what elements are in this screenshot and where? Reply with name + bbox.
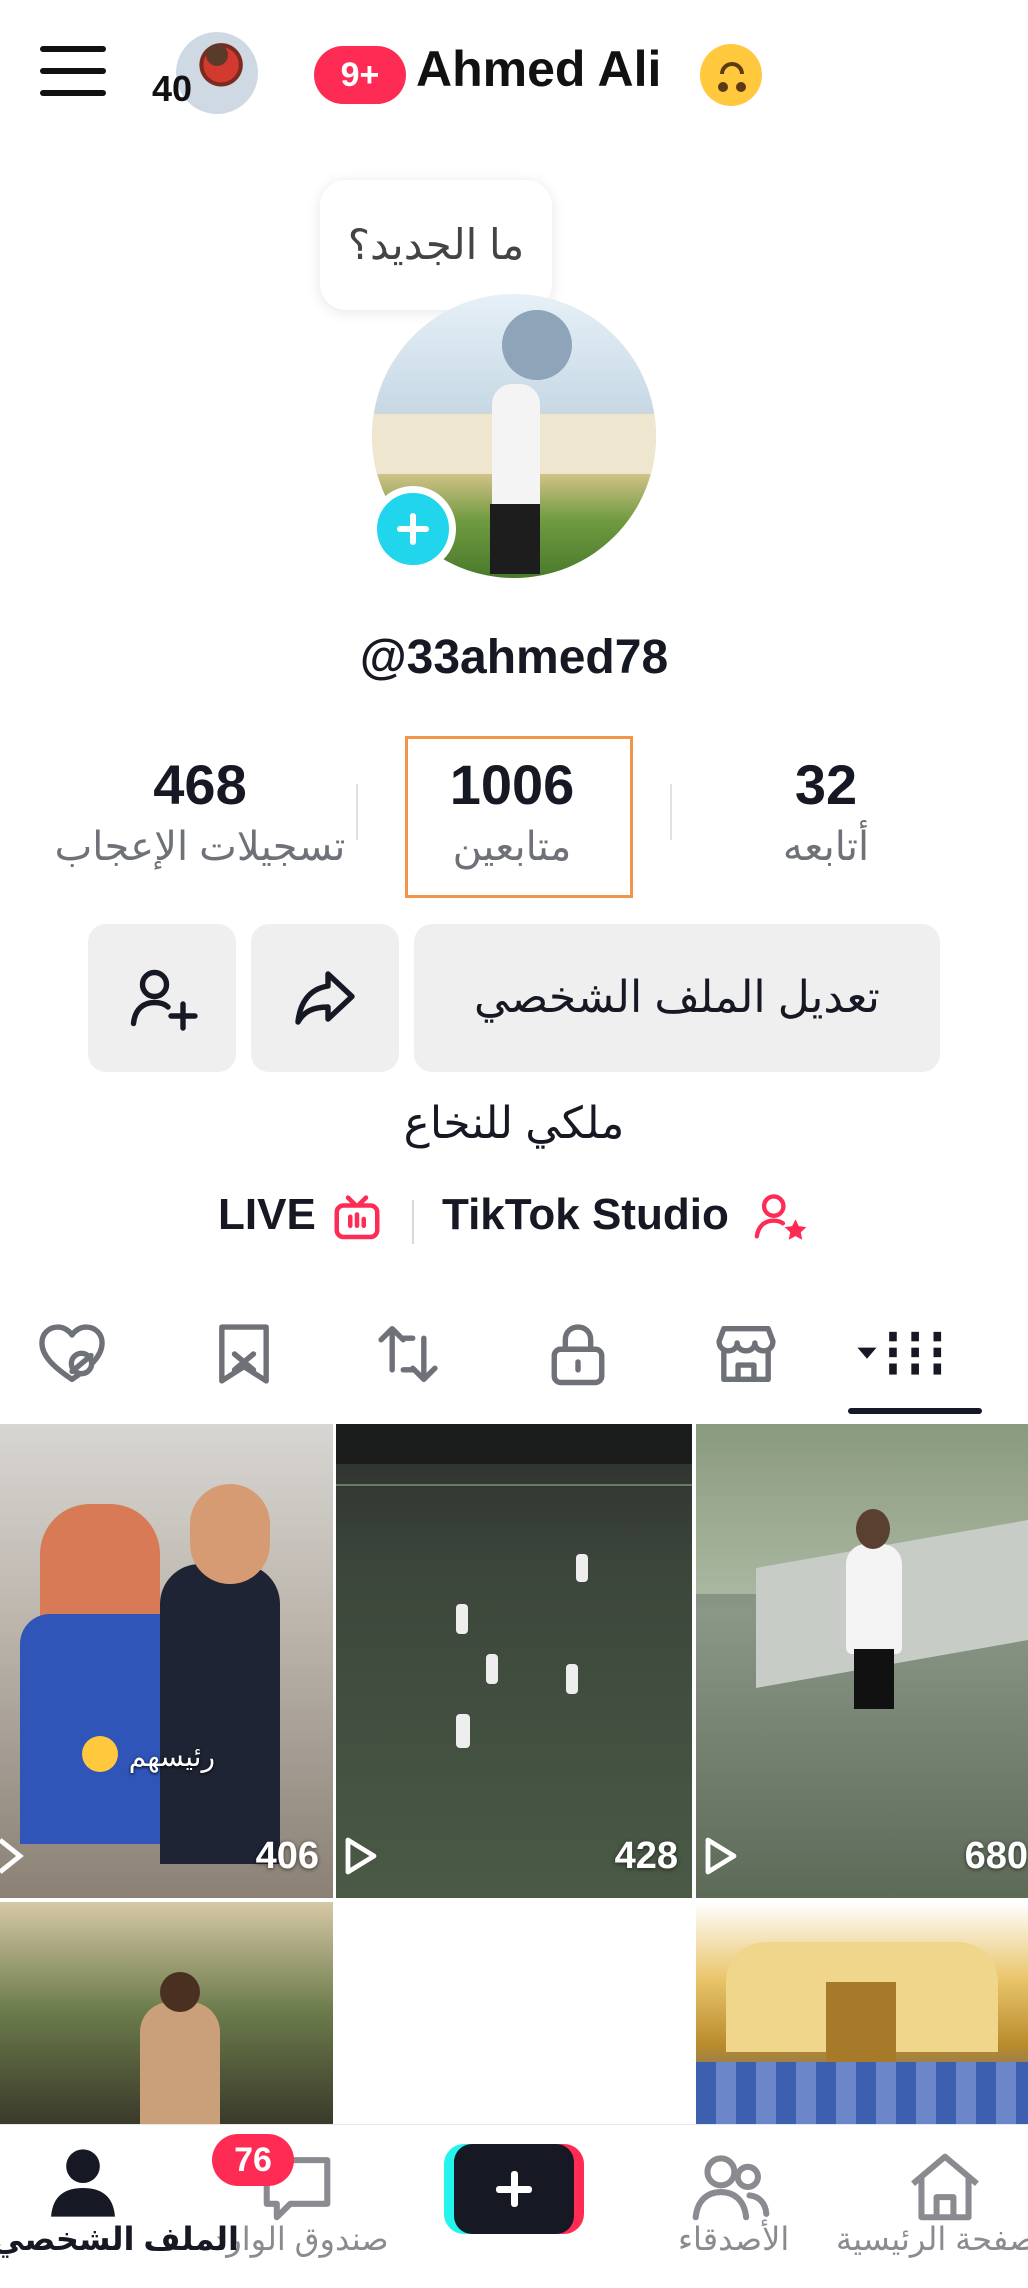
add-story-button[interactable] xyxy=(370,486,456,572)
edit-profile-button[interactable]: تعديل الملف الشخصي xyxy=(414,924,940,1072)
followers-count[interactable]: 1006 xyxy=(362,752,662,817)
liked-icon[interactable] xyxy=(34,1316,110,1392)
video-thumbnail[interactable]: رئيسهم 406 xyxy=(0,1424,333,1898)
live-link[interactable]: LIVE xyxy=(218,1190,316,1240)
inbox-badge: 76 xyxy=(212,2134,294,2186)
video-thumbnail[interactable]: 428 xyxy=(336,1424,692,1898)
video-thumbnail[interactable] xyxy=(0,1902,333,2124)
play-icon xyxy=(705,1837,737,1875)
favorites-icon[interactable] xyxy=(206,1316,282,1392)
add-friends-button[interactable] xyxy=(88,924,236,1072)
share-profile-button[interactable] xyxy=(251,924,399,1072)
add-friend-icon xyxy=(130,969,198,1031)
mini-avatar-count: 40 xyxy=(152,68,193,109)
view-count: 406 xyxy=(255,1835,319,1877)
likes-count[interactable]: 468 xyxy=(50,752,350,817)
profile-username[interactable]: Ahmed Ali xyxy=(416,40,661,98)
share-arrow-icon xyxy=(295,971,355,1025)
profile-handle: @33ahmed78 xyxy=(359,631,669,684)
nav-label-friends[interactable]: الأصدقاء xyxy=(678,2220,789,2258)
creator-star-icon[interactable] xyxy=(752,1188,810,1246)
followers-label[interactable]: متابعين xyxy=(342,824,682,870)
menu-icon[interactable] xyxy=(40,46,108,100)
view-count: 680 xyxy=(964,1835,1028,1877)
notification-badge[interactable]: 9+ xyxy=(314,46,406,104)
active-tab-indicator xyxy=(848,1408,982,1414)
profile-icon[interactable] xyxy=(42,2146,124,2220)
laughing-emoji-icon xyxy=(82,1736,118,1772)
tiktok-studio-link[interactable]: TikTok Studio xyxy=(442,1190,729,1240)
link-divider xyxy=(412,1200,414,1244)
likes-label[interactable]: تسجيلات الإعجاب xyxy=(30,824,370,870)
play-icon xyxy=(0,1838,24,1874)
upside-down-face-icon xyxy=(700,44,762,106)
create-button[interactable] xyxy=(444,2144,584,2234)
play-icon xyxy=(345,1837,377,1875)
live-tv-icon[interactable] xyxy=(330,1192,384,1246)
nav-label-profile[interactable]: الملف الشخصي xyxy=(0,2220,239,2258)
home-icon[interactable] xyxy=(904,2150,986,2224)
video-thumbnail[interactable] xyxy=(336,1902,692,2124)
following-label[interactable]: أتابعه xyxy=(656,824,996,870)
video-thumbnail[interactable]: 680 xyxy=(696,1424,1028,1898)
whats-new-bubble[interactable]: ما الجديد؟ xyxy=(320,180,552,310)
videos-icon[interactable] xyxy=(850,1316,960,1392)
following-count[interactable]: 32 xyxy=(676,752,976,817)
repost-icon[interactable] xyxy=(370,1316,446,1392)
video-thumbnail[interactable] xyxy=(696,1902,1028,2124)
view-count: 428 xyxy=(614,1835,678,1877)
friends-icon[interactable] xyxy=(690,2150,772,2224)
private-lock-icon[interactable] xyxy=(540,1316,616,1392)
profile-bio: ملكي للنخاع xyxy=(403,1099,625,1148)
shop-icon[interactable] xyxy=(708,1316,784,1392)
nav-label-home[interactable]: صفحة الرئيسية xyxy=(836,2220,1028,2258)
video-caption: رئيسهم xyxy=(128,1741,215,1772)
